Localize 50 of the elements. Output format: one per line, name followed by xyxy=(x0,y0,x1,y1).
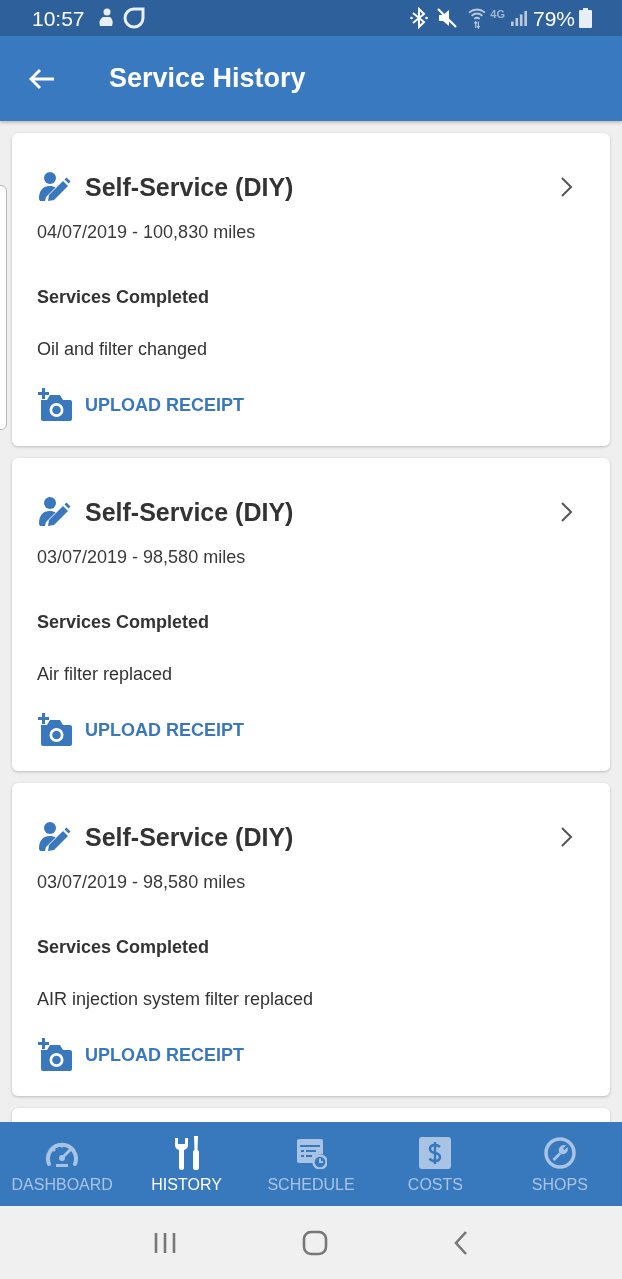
nav-tab[interactable]: HISTORY xyxy=(124,1122,249,1206)
service-description-text: Oil and filter changed xyxy=(37,338,209,361)
ring-icon xyxy=(122,7,145,29)
bluetooth-icon xyxy=(410,7,429,29)
network-type-label: 4G xyxy=(490,8,505,20)
upload-receipt-button[interactable]: UPLOAD RECEIPT xyxy=(37,387,244,423)
wrench-circle-icon xyxy=(543,1137,576,1169)
muted-speaker-icon xyxy=(436,7,459,29)
service-description-text: AIR injection system filter replaced xyxy=(37,988,315,1011)
camera-plus-icon xyxy=(37,713,73,747)
status-time: 10:57 xyxy=(32,7,85,29)
date-mileage-text: 03/07/2019 - 98,580 miles xyxy=(37,871,247,894)
services-completed-label: Services Completed xyxy=(37,611,211,634)
date-mileage-text: 03/07/2019 - 98,580 miles xyxy=(37,546,247,569)
person-pencil-icon xyxy=(37,171,71,203)
chevron-right-icon xyxy=(560,826,574,848)
back-arrow-icon[interactable] xyxy=(29,67,55,90)
service-type-title: Self-Service (DIY) xyxy=(85,822,294,853)
service-type-title: Self-Service (DIY) xyxy=(85,497,294,528)
service-record-card[interactable]: Self-Service (DIY) 04/07/2019 - 100,830 miles Services Completed Oil and filter changed UPLOAD RECEIPT xyxy=(12,133,610,446)
notification-icon xyxy=(96,8,115,28)
recent-apps-icon[interactable] xyxy=(152,1231,177,1254)
service-type-title: Self-Service (DIY) xyxy=(85,172,294,203)
battery-percentage: 79% xyxy=(532,7,575,29)
nav-tab[interactable]: SCHEDULE xyxy=(248,1122,374,1206)
camera-plus-icon xyxy=(37,388,73,422)
services-completed-label: Services Completed xyxy=(37,286,211,309)
home-icon[interactable] xyxy=(302,1229,328,1256)
calendar-clock-icon xyxy=(295,1137,327,1169)
dollar-tile-icon xyxy=(419,1137,452,1169)
chevron-right-icon xyxy=(560,501,574,523)
signal-bars-icon xyxy=(510,9,527,27)
wifi-icon xyxy=(468,6,487,30)
battery-icon xyxy=(579,8,592,28)
upload-receipt-button[interactable]: UPLOAD RECEIPT xyxy=(37,1037,244,1073)
service-record-card[interactable]: Self-Service (DIY) 03/07/2019 - 98,580 miles Services Completed Air filter replaced UPLOAD RECEIPT xyxy=(12,458,610,771)
service-record-card[interactable]: Self-Service (DIY) 03/07/2019 - 98,580 miles Services Completed AIR injection system filter replaced UPLOAD RECEIPT xyxy=(12,783,610,1096)
person-pencil-icon xyxy=(37,496,71,528)
date-mileage-text: 04/07/2019 - 100,830 miles xyxy=(37,221,257,244)
camera-plus-icon xyxy=(37,1038,73,1072)
service-description-text: Air filter replaced xyxy=(37,663,174,686)
back-icon[interactable] xyxy=(453,1229,470,1256)
app-bar-title: Service History xyxy=(109,62,306,96)
upload-receipt-button[interactable]: UPLOAD RECEIPT xyxy=(37,712,244,748)
nav-tab[interactable]: COSTS xyxy=(373,1122,498,1206)
person-pencil-icon xyxy=(37,821,71,853)
services-completed-label: Services Completed xyxy=(37,936,211,959)
chevron-right-icon xyxy=(560,176,574,198)
nav-tab[interactable]: DASHBOARD xyxy=(0,1122,125,1206)
nav-tab[interactable]: SHOPS xyxy=(497,1122,622,1206)
